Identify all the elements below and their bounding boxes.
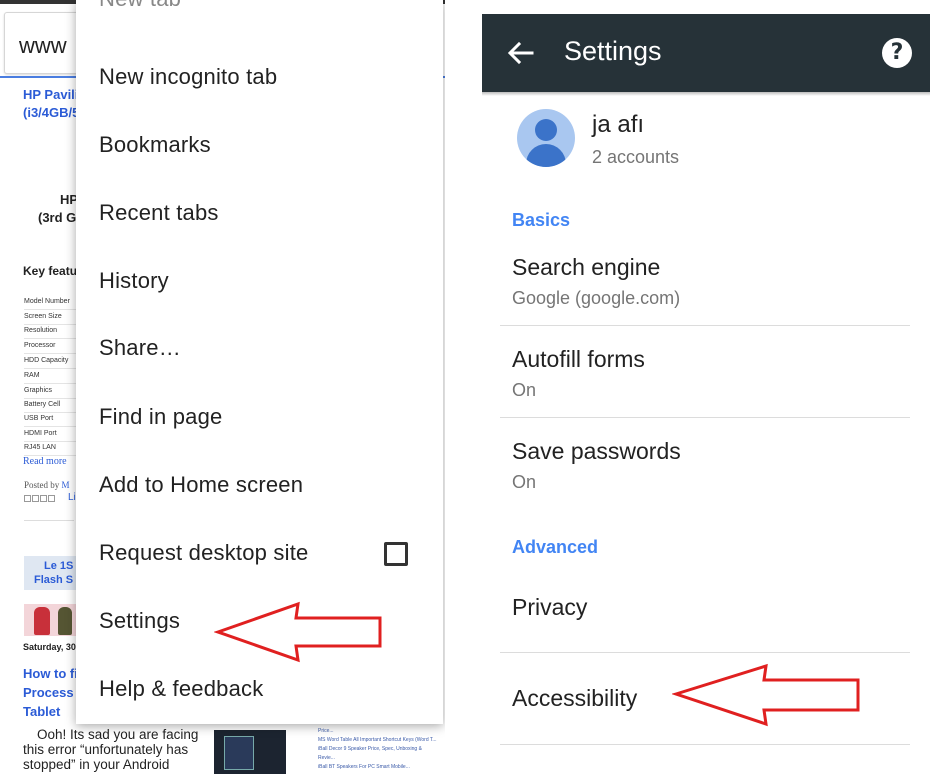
settings-screen: Settings ? ja afı 2 accounts Basics Sear…	[482, 14, 930, 784]
spec-row: Graphics	[24, 385, 84, 399]
post-image[interactable]	[214, 730, 286, 774]
pref-privacy[interactable]: Privacy	[512, 594, 587, 621]
spec-row: Battery Cell	[24, 399, 84, 413]
posted-by-label: Posted by M	[24, 480, 70, 490]
avatar-icon[interactable]	[517, 109, 575, 167]
menu-item-new-tab[interactable]: New tab	[99, 0, 181, 12]
spec-row: RJ45 LAN	[24, 442, 84, 456]
settings-toolbar: Settings ?	[482, 14, 930, 92]
post-date: Saturday, 30	[23, 642, 76, 652]
post-body-line3: stopped” in your Android	[23, 757, 170, 772]
label-link[interactable]: Li	[68, 492, 76, 503]
blog-share-icon[interactable]	[32, 495, 39, 502]
post-title-2[interactable]: How to fi	[23, 665, 78, 682]
posted-author-link[interactable]: M	[62, 480, 70, 490]
center-heading-line2: (3rd G	[38, 210, 77, 225]
share-icons-row[interactable]	[24, 495, 58, 503]
spec-row: HDMI Port	[24, 428, 84, 442]
account-count: 2 accounts	[592, 147, 680, 167]
posted-by-text: Posted by	[24, 480, 60, 490]
spec-row: Processor	[24, 340, 84, 354]
product-thumbnail[interactable]	[24, 604, 76, 636]
read-more-link[interactable]: Read more	[23, 456, 67, 467]
help-icon[interactable]: ?	[882, 38, 912, 68]
pref-search-engine-summary: Google (google.com)	[512, 288, 681, 308]
twitter-share-icon[interactable]	[40, 495, 47, 502]
menu-item-share[interactable]: Share…	[99, 335, 181, 361]
divider	[500, 325, 910, 326]
ad-title-line2: Flash S	[34, 574, 74, 586]
account-name[interactable]: ja afı	[592, 111, 644, 139]
sidebar-link[interactable]: iBall BT Speakers For PC Smart Mobile...	[318, 763, 438, 772]
post-title-2-line3[interactable]: Tablet	[23, 703, 60, 720]
divider	[500, 744, 910, 745]
sidebar-links: Acer Aspire ES1-531 Laptop (15.6 SOLVERR…	[318, 718, 438, 772]
spec-row: Resolution	[24, 325, 84, 339]
pref-accessibility[interactable]: Accessibility	[512, 685, 637, 712]
menu-item-find-in-page[interactable]: Find in page	[99, 404, 223, 430]
menu-item-recent-tabs[interactable]: Recent tabs	[99, 200, 219, 226]
post-body-line1: Ooh! Its sad you are facing	[37, 727, 199, 742]
sidebar-link[interactable]: MS Word Table All Important Shortcut Key…	[318, 736, 438, 745]
spec-row: RAM	[24, 370, 84, 384]
left-screenshot: www HP Pavili (i3/4GB/5 HP (3rd G Key fe…	[0, 0, 445, 784]
spec-row: Screen Size	[24, 311, 84, 325]
spec-row: USB Port	[24, 413, 84, 427]
toolbar-shadow	[482, 92, 930, 96]
facebook-share-icon[interactable]	[48, 495, 55, 502]
menu-item-new-incognito-tab[interactable]: New incognito tab	[99, 64, 277, 90]
post-body-line2: this error “unfortunately has	[23, 742, 189, 757]
spec-row: Model Number	[24, 296, 84, 310]
post-title[interactable]: HP Pavili	[23, 86, 78, 103]
menu-item-add-to-home-screen[interactable]: Add to Home screen	[99, 472, 303, 498]
post-body: Ooh! Its sad you are facing this error “…	[23, 727, 208, 772]
pref-save-passwords-summary: On	[512, 472, 537, 492]
section-header-basics: Basics	[512, 210, 571, 230]
ad-banner[interactable]: Le 1S Flash S	[24, 556, 76, 590]
menu-item-request-desktop-site[interactable]: Request desktop site	[99, 540, 308, 566]
section-header-advanced: Advanced	[512, 537, 599, 557]
post-title-line2[interactable]: (i3/4GB/5	[23, 104, 79, 121]
back-arrow-icon[interactable]	[506, 39, 534, 67]
pref-search-engine[interactable]: Search engine	[512, 254, 660, 281]
spec-row: HDD Capacity	[24, 355, 84, 369]
pref-autofill-forms[interactable]: Autofill forms	[512, 346, 645, 373]
menu-item-help-feedback[interactable]: Help & feedback	[99, 676, 263, 702]
sidebar-link[interactable]: iBall Decor 9 Speaker Price, Spec, Unbox…	[318, 745, 438, 763]
page-title: Settings	[564, 36, 662, 66]
ad-title-line1: Le 1S	[44, 560, 74, 572]
reactions-row	[24, 520, 74, 526]
request-desktop-checkbox-icon[interactable]	[384, 542, 408, 566]
menu-item-history[interactable]: History	[99, 268, 169, 294]
divider	[500, 417, 910, 418]
menu-item-bookmarks[interactable]: Bookmarks	[99, 132, 211, 158]
key-features-heading: Key featu	[23, 264, 78, 278]
pref-save-passwords[interactable]: Save passwords	[512, 438, 681, 465]
email-share-icon[interactable]	[24, 495, 31, 502]
annotation-arrow-accessibility	[672, 663, 860, 727]
pref-autofill-forms-summary: On	[512, 380, 537, 400]
divider	[500, 652, 910, 653]
menu-item-settings[interactable]: Settings	[99, 608, 180, 634]
annotation-arrow-settings	[214, 601, 382, 663]
